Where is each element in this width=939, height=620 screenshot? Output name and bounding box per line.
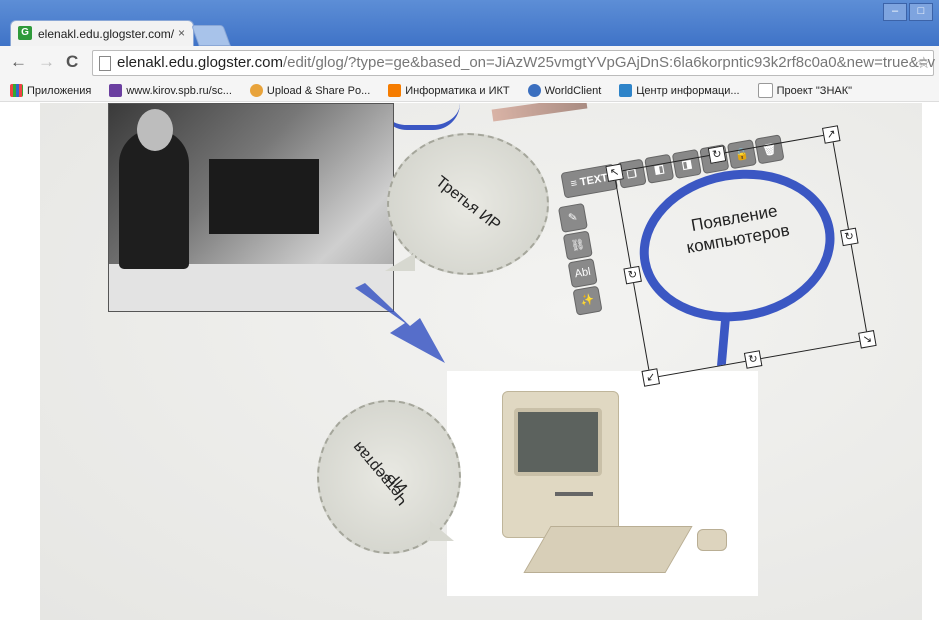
reload-button[interactable]: C: [66, 52, 78, 72]
url-path: /edit/glog/?type=ge&based_on=JiAzW25vmgt…: [282, 54, 936, 71]
bubble-tail: [385, 253, 415, 271]
selected-text-element[interactable]: Появление компьютеров ↖ ↗ ↙ ↘ ↻ ↻ ↻ ↻: [605, 125, 877, 387]
rotate-handle-top-icon[interactable]: ↻: [707, 145, 727, 164]
macintosh-photo[interactable]: [447, 371, 758, 596]
bookmark-center[interactable]: Центр информаци...: [619, 84, 740, 97]
resize-handle-top-right-icon[interactable]: ↗: [822, 125, 841, 144]
bookmark-kirov[interactable]: www.kirov.spb.ru/sc...: [109, 84, 232, 97]
pencil-icon[interactable]: ✎: [557, 202, 589, 233]
bookmark-upload[interactable]: Upload & Share Po...: [249, 84, 371, 97]
tab-close-icon[interactable]: ×: [178, 26, 185, 40]
forward-button[interactable]: →: [38, 52, 55, 72]
radio-equipment: [209, 159, 319, 234]
bookmark-informatika[interactable]: Информатика и ИКТ: [388, 84, 510, 97]
bookmark-label: Приложения: [27, 84, 92, 97]
effects-wand-icon[interactable]: ✨: [572, 285, 603, 316]
bookmark-apps[interactable]: Приложения: [10, 84, 91, 97]
bubble-fourth-text: Четвертая ИР: [349, 434, 422, 520]
browser-tab[interactable]: G elenakl.edu.glogster.com/ ×: [10, 20, 194, 47]
browser-toolbar: ← → C elenakl.edu.glogster.com/edit/glog…: [0, 46, 939, 81]
bookmark-znak[interactable]: Проект "ЗНАК": [757, 83, 853, 98]
bubble-tail: [430, 521, 454, 541]
bookmark-worldclient[interactable]: WorldClient: [527, 84, 602, 97]
glogster-favicon-icon: G: [18, 26, 32, 40]
resize-handle-top-left-icon[interactable]: ↖: [605, 163, 624, 182]
computer-body: [502, 391, 619, 538]
floppy-slot: [555, 492, 593, 496]
page-icon: [757, 83, 773, 98]
maximize-button[interactable]: □: [909, 3, 933, 21]
keyboard: [523, 526, 693, 573]
bookmark-label: Информатика и ИКТ: [405, 84, 510, 97]
url-host: elenakl.edu.glogster.com: [117, 54, 283, 71]
blue-arrow-icon: [355, 283, 445, 363]
mouse: [697, 529, 727, 551]
address-bar[interactable]: elenakl.edu.glogster.com/edit/glog/?type…: [92, 50, 935, 76]
rotate-handle-bottom-icon[interactable]: ↻: [743, 350, 763, 369]
rotate-handle-right-icon[interactable]: ↻: [840, 227, 859, 247]
browser-titlebar: G elenakl.edu.glogster.com/ × – □: [0, 0, 939, 47]
bookmark-label: Проект "ЗНАК": [776, 84, 853, 97]
back-button[interactable]: ←: [10, 52, 27, 72]
bookmark-label: Центр информаци...: [636, 84, 740, 97]
glog-canvas: Третья ИР ЧетвертаяИР ≡ TEXT ❐ ◧ ◨ ↶ 🔓 🗑…: [0, 103, 939, 620]
bookmarks-bar: Приложения www.kirov.spb.ru/sc... Upload…: [0, 80, 939, 102]
bookmark-label: www.kirov.spb.ru/sc...: [126, 84, 232, 97]
window-controls: – □: [883, 3, 933, 21]
minimize-button[interactable]: –: [883, 3, 907, 21]
blogger-icon: [388, 84, 402, 97]
new-tab-button[interactable]: [191, 25, 231, 46]
center-icon: [619, 84, 633, 97]
upload-icon: [249, 84, 263, 97]
rotate-handle-left-icon[interactable]: ↻: [623, 265, 642, 285]
man-head: [137, 109, 173, 151]
bubble-third-text: Третья ИР: [432, 173, 504, 235]
site-icon: [109, 84, 123, 97]
bookmark-star-icon[interactable]: ☆: [917, 53, 931, 73]
tab-title: elenakl.edu.glogster.com/: [38, 27, 175, 41]
computer-screen: [514, 408, 602, 476]
resize-handle-bottom-right-icon[interactable]: ↘: [858, 330, 877, 349]
bookmark-label: Upload & Share Po...: [266, 84, 371, 97]
globe-icon: [527, 84, 541, 97]
text-style-icon[interactable]: Abl: [567, 258, 598, 289]
url-text: elenakl.edu.glogster.com/edit/glog/?type…: [117, 54, 935, 71]
page-icon: [99, 56, 111, 71]
resize-handle-bottom-left-icon[interactable]: ↙: [641, 368, 660, 387]
apps-icon: [10, 84, 23, 97]
bookmark-label: WorldClient: [544, 84, 602, 97]
link-icon[interactable]: ⛓: [562, 230, 593, 261]
